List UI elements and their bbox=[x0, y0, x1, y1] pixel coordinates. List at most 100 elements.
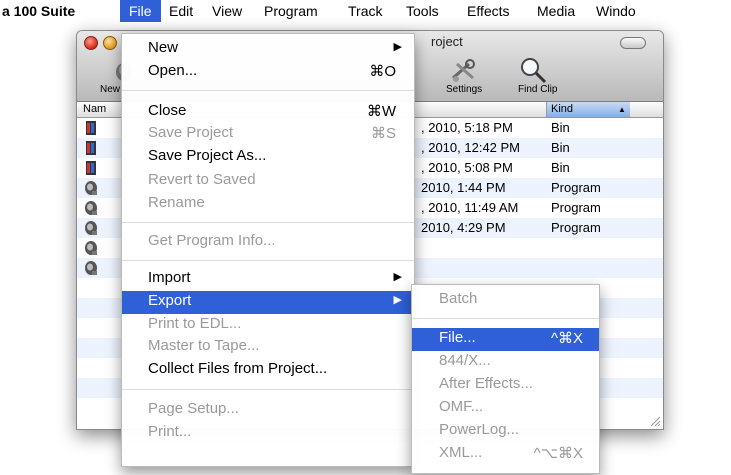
kind-cell: Program bbox=[551, 180, 601, 195]
sort-ascending-icon: ▲ bbox=[618, 105, 626, 114]
menu-file[interactable]: File bbox=[120, 0, 161, 22]
menu-tools[interactable]: Tools bbox=[406, 0, 439, 22]
menu-item-label: Page Setup... bbox=[148, 400, 239, 417]
menu-item-save-project[interactable]: Save Project ⌘S bbox=[122, 123, 414, 146]
menu-item-label: Rename bbox=[148, 194, 205, 211]
program-icon bbox=[85, 181, 97, 195]
window-title: roject bbox=[431, 34, 463, 49]
kind-cell: Bin bbox=[551, 120, 570, 135]
menu-item-shortcut: ^⌘X bbox=[550, 330, 583, 347]
menu-item-shortcut: ⌘S bbox=[370, 125, 396, 142]
menu-separator bbox=[122, 389, 414, 390]
submenu-item-powerlog[interactable]: PowerLog... bbox=[412, 420, 599, 443]
menu-media[interactable]: Media bbox=[537, 0, 575, 22]
kind-column-label: Kind bbox=[551, 103, 574, 115]
program-icon bbox=[85, 261, 97, 275]
menu-item-label: Get Program Info... bbox=[148, 232, 276, 249]
menu-item-revert-to-saved[interactable]: Revert to Saved bbox=[122, 170, 414, 193]
menu-item-label: Save Project As... bbox=[148, 147, 267, 164]
submenu-item-omf[interactable]: OMF... bbox=[412, 397, 599, 420]
menu-item-master-to-tape[interactable]: Master to Tape... bbox=[122, 336, 414, 359]
toolbar-settings-label: Settings bbox=[446, 84, 483, 95]
menu-effects[interactable]: Effects bbox=[467, 0, 510, 22]
menu-item-label: XML... bbox=[439, 444, 483, 461]
menu-item-new[interactable]: New ▶ bbox=[122, 38, 414, 61]
menu-item-label: Save Project bbox=[148, 124, 234, 141]
menu-item-label: Export bbox=[148, 292, 192, 309]
menu-separator bbox=[122, 260, 414, 261]
menu-item-label: Print to EDL... bbox=[148, 315, 242, 332]
name-column-header[interactable]: Nam bbox=[83, 102, 106, 117]
menu-item-print-to-edl[interactable]: Print to EDL... bbox=[122, 314, 414, 337]
program-icon bbox=[85, 221, 97, 235]
date-cell: , 2010, 5:08 PM bbox=[421, 160, 513, 175]
date-cell: , 2010, 5:18 PM bbox=[421, 120, 513, 135]
menu-item-collect-files[interactable]: Collect Files from Project... bbox=[122, 359, 414, 382]
find-clip-icon[interactable] bbox=[519, 56, 547, 84]
menu-item-label: OMF... bbox=[439, 398, 484, 415]
submenu-item-after-effects[interactable]: After Effects... bbox=[412, 374, 599, 397]
menu-item-label: Batch bbox=[439, 290, 478, 307]
menu-item-get-program-info[interactable]: Get Program Info... bbox=[122, 231, 414, 254]
menu-item-label: Master to Tape... bbox=[148, 337, 260, 354]
submenu-item-xml[interactable]: XML... ^⌥⌘X bbox=[412, 443, 599, 466]
resize-grip-icon[interactable] bbox=[649, 415, 661, 427]
bin-icon bbox=[86, 121, 96, 135]
menu-item-page-setup[interactable]: Page Setup... bbox=[122, 399, 414, 422]
menu-app-name[interactable]: a 100 Suite bbox=[2, 0, 75, 22]
menu-item-label: Open... bbox=[148, 62, 198, 79]
program-icon bbox=[85, 241, 97, 255]
menu-separator bbox=[412, 318, 599, 319]
menu-item-label: 844/X... bbox=[439, 352, 491, 369]
menu-edit[interactable]: Edit bbox=[169, 0, 193, 22]
date-cell: , 2010, 12:42 PM bbox=[421, 140, 521, 155]
submenu-item-batch[interactable]: Batch bbox=[412, 289, 599, 312]
menu-item-label: File... bbox=[439, 329, 476, 346]
menu-item-print[interactable]: Print... bbox=[122, 422, 414, 445]
menu-item-open[interactable]: Open... ⌘O bbox=[122, 61, 414, 84]
menu-item-label: Collect Files from Project... bbox=[148, 360, 328, 377]
menu-program[interactable]: Program bbox=[264, 0, 318, 22]
bin-icon bbox=[86, 161, 96, 175]
settings-icon[interactable] bbox=[449, 58, 479, 84]
submenu-item-file[interactable]: File... ^⌘X bbox=[412, 328, 599, 351]
kind-cell: Program bbox=[551, 200, 601, 215]
menu-separator bbox=[122, 90, 414, 91]
menu-item-label: After Effects... bbox=[439, 375, 533, 392]
menubar: a 100 Suite File Edit View Program Track… bbox=[0, 0, 731, 22]
submenu-arrow-icon: ▶ bbox=[393, 294, 402, 306]
menu-item-rename[interactable]: Rename bbox=[122, 193, 414, 216]
menu-item-label: Print... bbox=[148, 423, 192, 440]
minimize-window-button[interactable] bbox=[103, 36, 117, 50]
export-submenu: Batch File... ^⌘X 844/X... After Effects… bbox=[411, 284, 600, 474]
bin-icon bbox=[86, 141, 96, 155]
date-cell: , 2010, 11:49 AM bbox=[421, 200, 519, 215]
menu-item-close[interactable]: Close ⌘W bbox=[122, 101, 414, 124]
file-menu: New ▶ Open... ⌘O Close ⌘W Save Project ⌘… bbox=[121, 33, 415, 467]
menu-window[interactable]: Windo bbox=[596, 0, 636, 22]
toolbar-new-label: New bbox=[100, 84, 121, 95]
toolbar-find-clip-label: Find Clip bbox=[518, 84, 558, 95]
menu-item-import[interactable]: Import ▶ bbox=[122, 268, 414, 291]
menu-track[interactable]: Track bbox=[348, 0, 382, 22]
toolbar-toggle-button[interactable] bbox=[620, 37, 646, 49]
menu-view[interactable]: View bbox=[212, 0, 242, 22]
menu-item-label: Import bbox=[148, 269, 191, 286]
kind-cell: Program bbox=[551, 220, 601, 235]
date-cell: 2010, 4:29 PM bbox=[421, 220, 506, 235]
program-icon bbox=[85, 201, 97, 215]
menu-item-export[interactable]: Export ▶ bbox=[122, 291, 414, 314]
date-cell: 2010, 1:44 PM bbox=[421, 180, 506, 195]
menu-item-save-project-as[interactable]: Save Project As... bbox=[122, 146, 414, 169]
menu-item-shortcut: ⌘O bbox=[369, 63, 396, 80]
kind-cell: Bin bbox=[551, 160, 570, 175]
menu-item-label: Close bbox=[148, 102, 187, 119]
menu-item-label: Revert to Saved bbox=[148, 171, 256, 188]
submenu-item-844x[interactable]: 844/X... bbox=[412, 351, 599, 374]
close-window-button[interactable] bbox=[84, 36, 98, 50]
kind-column-header[interactable]: Kind ▲ bbox=[546, 102, 630, 117]
submenu-arrow-icon: ▶ bbox=[393, 41, 402, 53]
menu-separator bbox=[122, 222, 414, 223]
menu-item-label: New bbox=[148, 39, 179, 56]
submenu-arrow-icon: ▶ bbox=[393, 271, 402, 283]
